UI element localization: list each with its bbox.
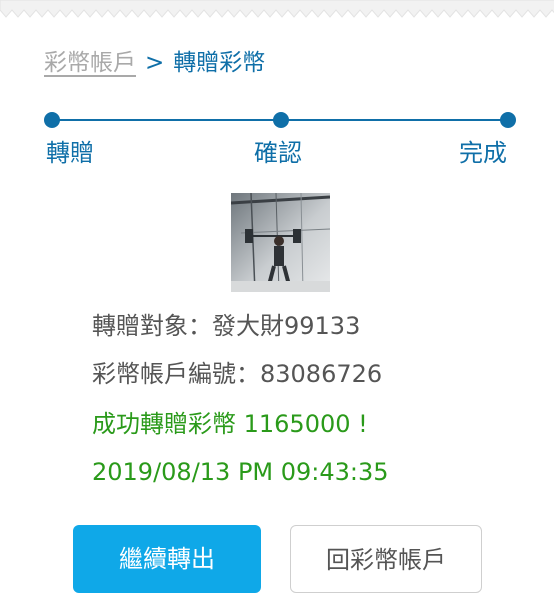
- breadcrumb-current: 轉贈彩幣: [173, 50, 266, 76]
- step-label-complete: 完成: [459, 139, 507, 167]
- breadcrumb-link-account[interactable]: 彩幣帳戶: [44, 50, 136, 76]
- step-label-confirm: 確認: [254, 139, 302, 167]
- recipient-avatar: [231, 193, 330, 292]
- account-number-text: 彩幣帳戶編號：83086726: [92, 360, 383, 388]
- step-label-transfer: 轉贈: [46, 139, 94, 167]
- breadcrumb: 彩幣帳戶 > 轉贈彩幣: [44, 47, 265, 79]
- breadcrumb-separator: >: [145, 50, 165, 76]
- step-dot-transfer: [44, 112, 60, 128]
- transfer-complete-page: 彩幣帳戶 > 轉贈彩幣 轉贈 確認 完成 轉贈對象：發大財99133 彩幣帳戶編…: [0, 0, 554, 616]
- step-dot-complete: [500, 112, 516, 128]
- continue-transfer-button[interactable]: 繼續轉出: [73, 525, 261, 593]
- success-message: 成功轉贈彩幣 1165000 !: [92, 410, 368, 438]
- step-dot-confirm: [273, 112, 289, 128]
- zigzag-border: [0, 0, 554, 18]
- transfer-timestamp: 2019/08/13 PM 09:43:35: [92, 458, 389, 486]
- recipient-text: 轉贈對象：發大財99133: [92, 312, 361, 340]
- back-to-account-button[interactable]: 回彩幣帳戶: [290, 525, 482, 593]
